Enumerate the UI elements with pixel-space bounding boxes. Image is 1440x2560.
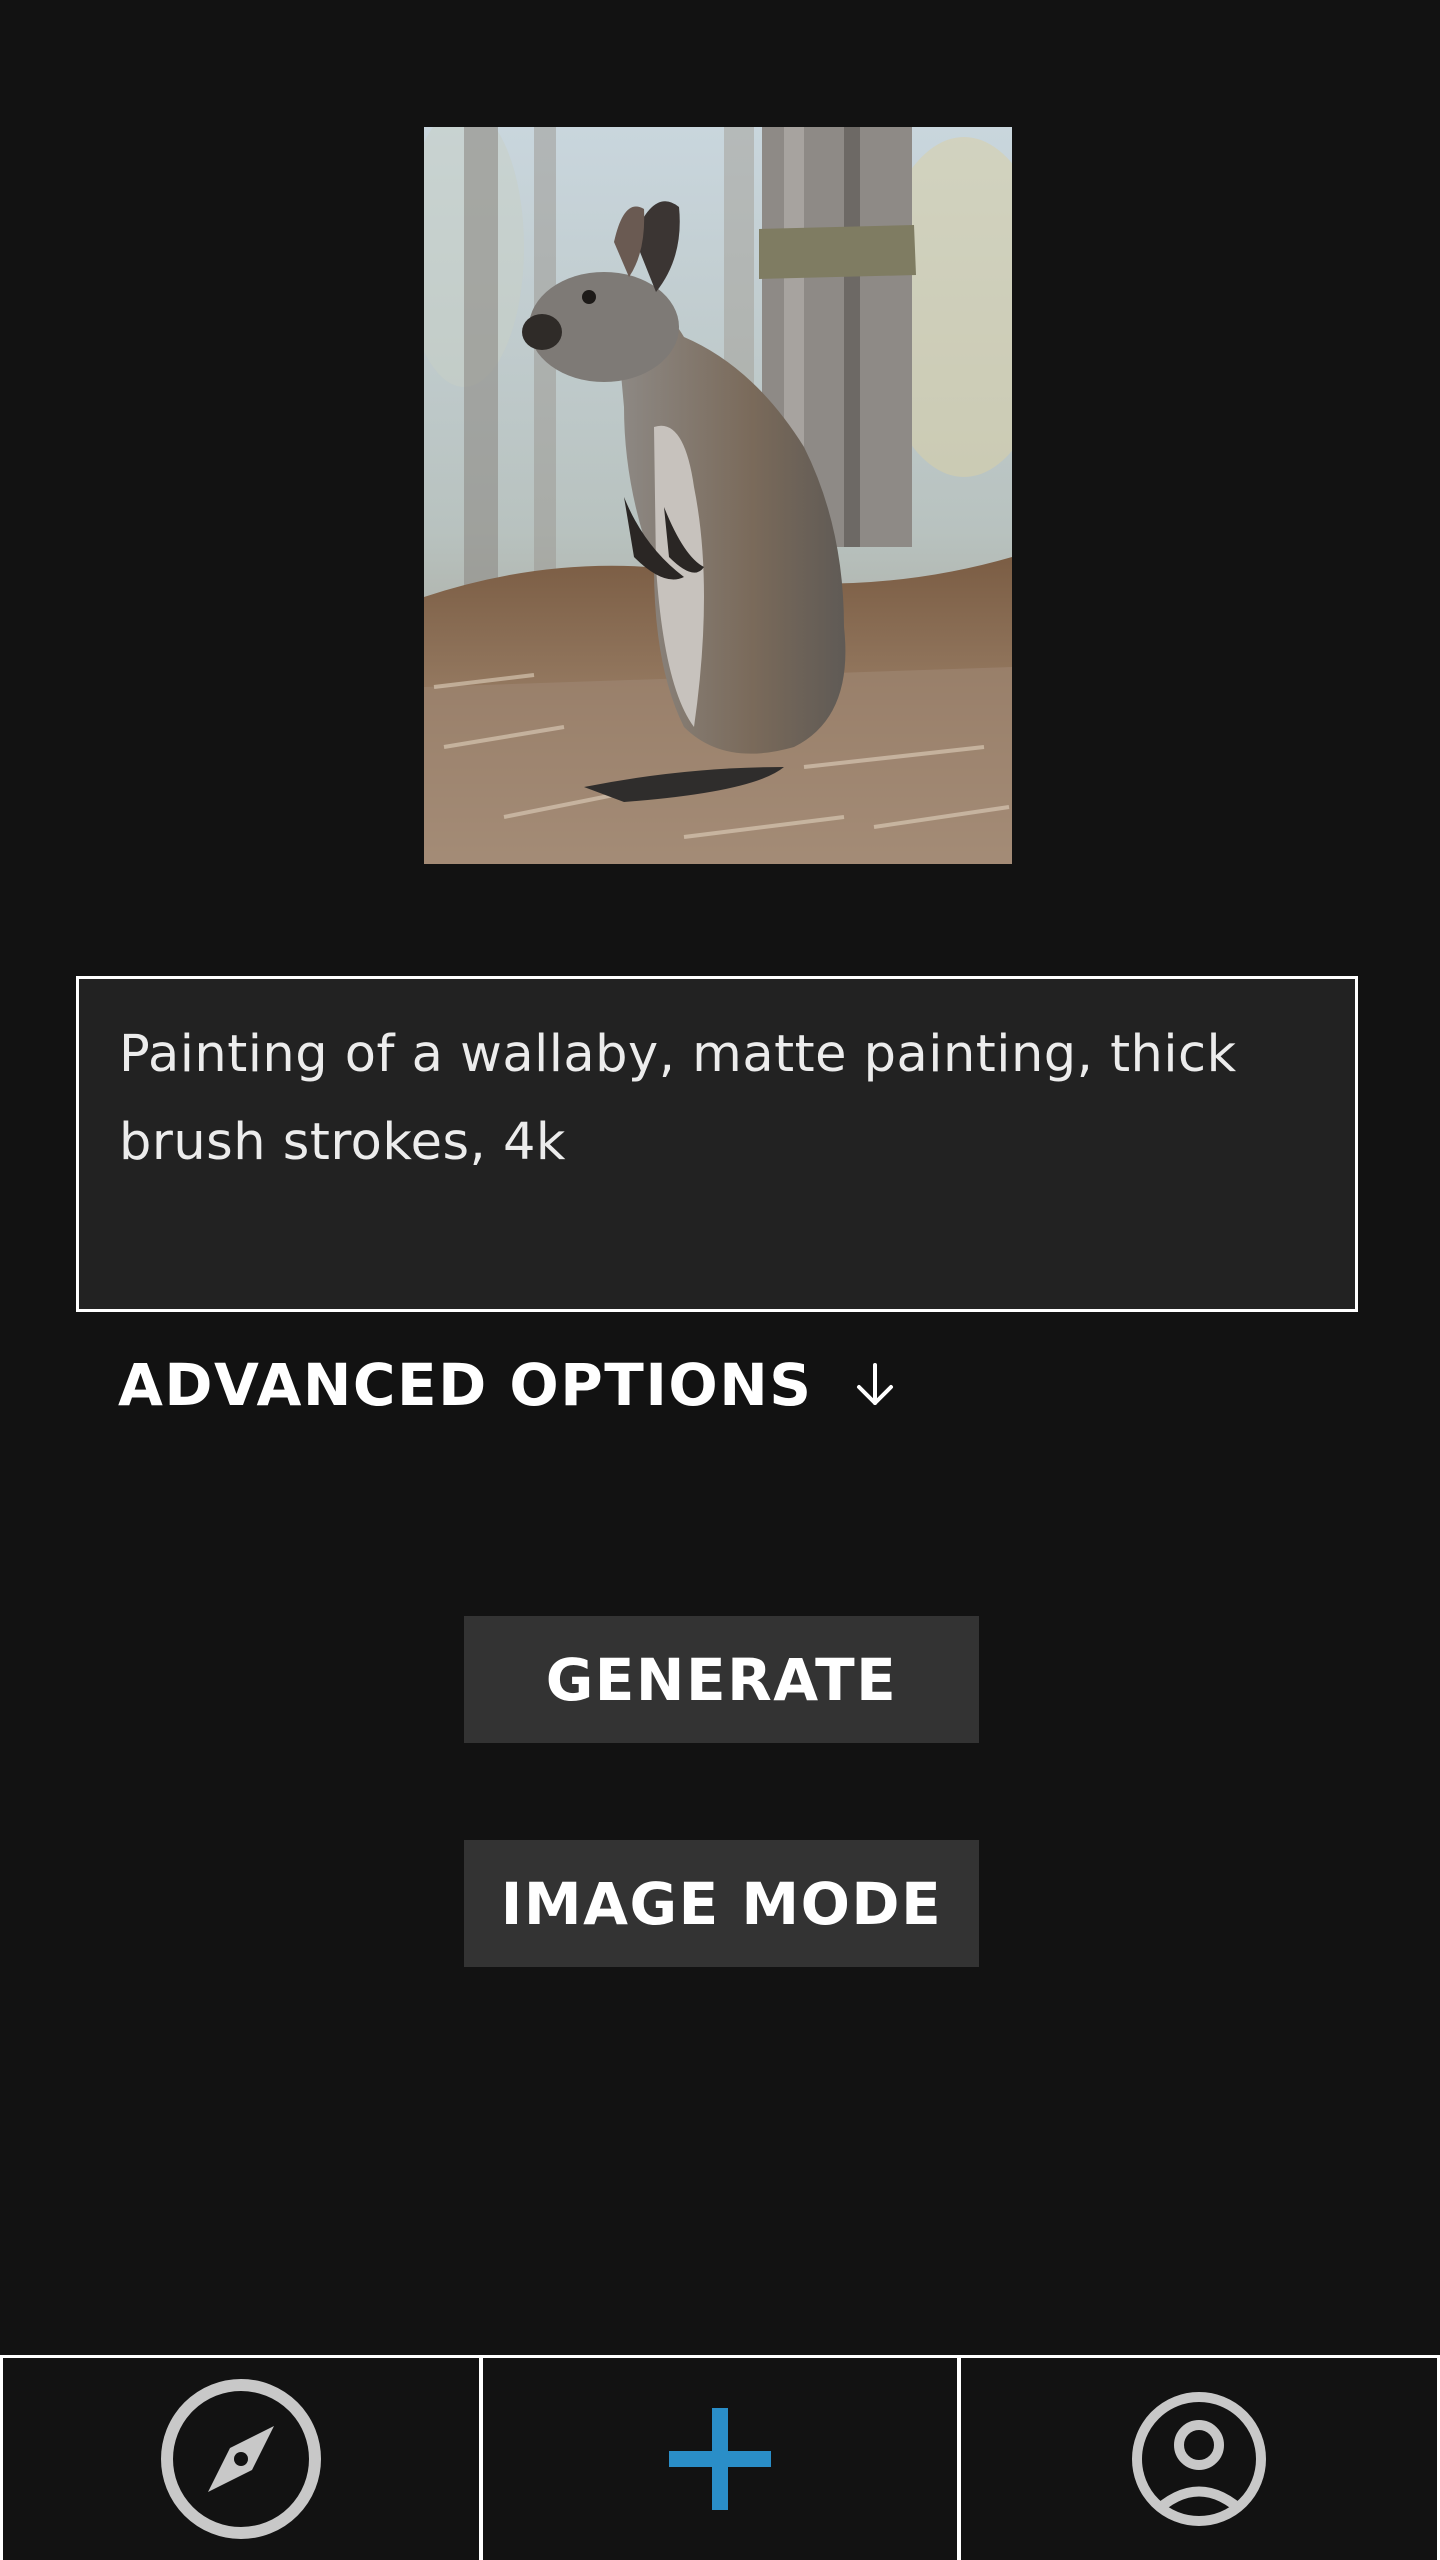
plus-icon	[669, 2408, 771, 2510]
nav-explore[interactable]	[0, 2358, 483, 2560]
nav-profile[interactable]	[961, 2358, 1440, 2560]
prompt-input[interactable]: Painting of a wallaby, matte painting, t…	[76, 976, 1358, 1312]
image-mode-button[interactable]: IMAGE MODE	[464, 1840, 979, 1967]
generate-button[interactable]: GENERATE	[464, 1616, 979, 1743]
user-circle-icon	[1132, 2392, 1266, 2526]
prompt-text[interactable]: Painting of a wallaby, matte painting, t…	[119, 1011, 1315, 1187]
generated-image	[424, 127, 1012, 864]
wallaby-painting-image	[424, 127, 1012, 864]
compass-icon	[161, 2379, 321, 2539]
nav-create[interactable]	[483, 2358, 961, 2560]
arrow-down-icon	[856, 1363, 893, 1405]
bottom-nav	[0, 2355, 1440, 2560]
advanced-options-toggle[interactable]: ADVANCED OPTIONS	[118, 1345, 901, 1425]
advanced-options-label: ADVANCED OPTIONS	[118, 1351, 813, 1419]
